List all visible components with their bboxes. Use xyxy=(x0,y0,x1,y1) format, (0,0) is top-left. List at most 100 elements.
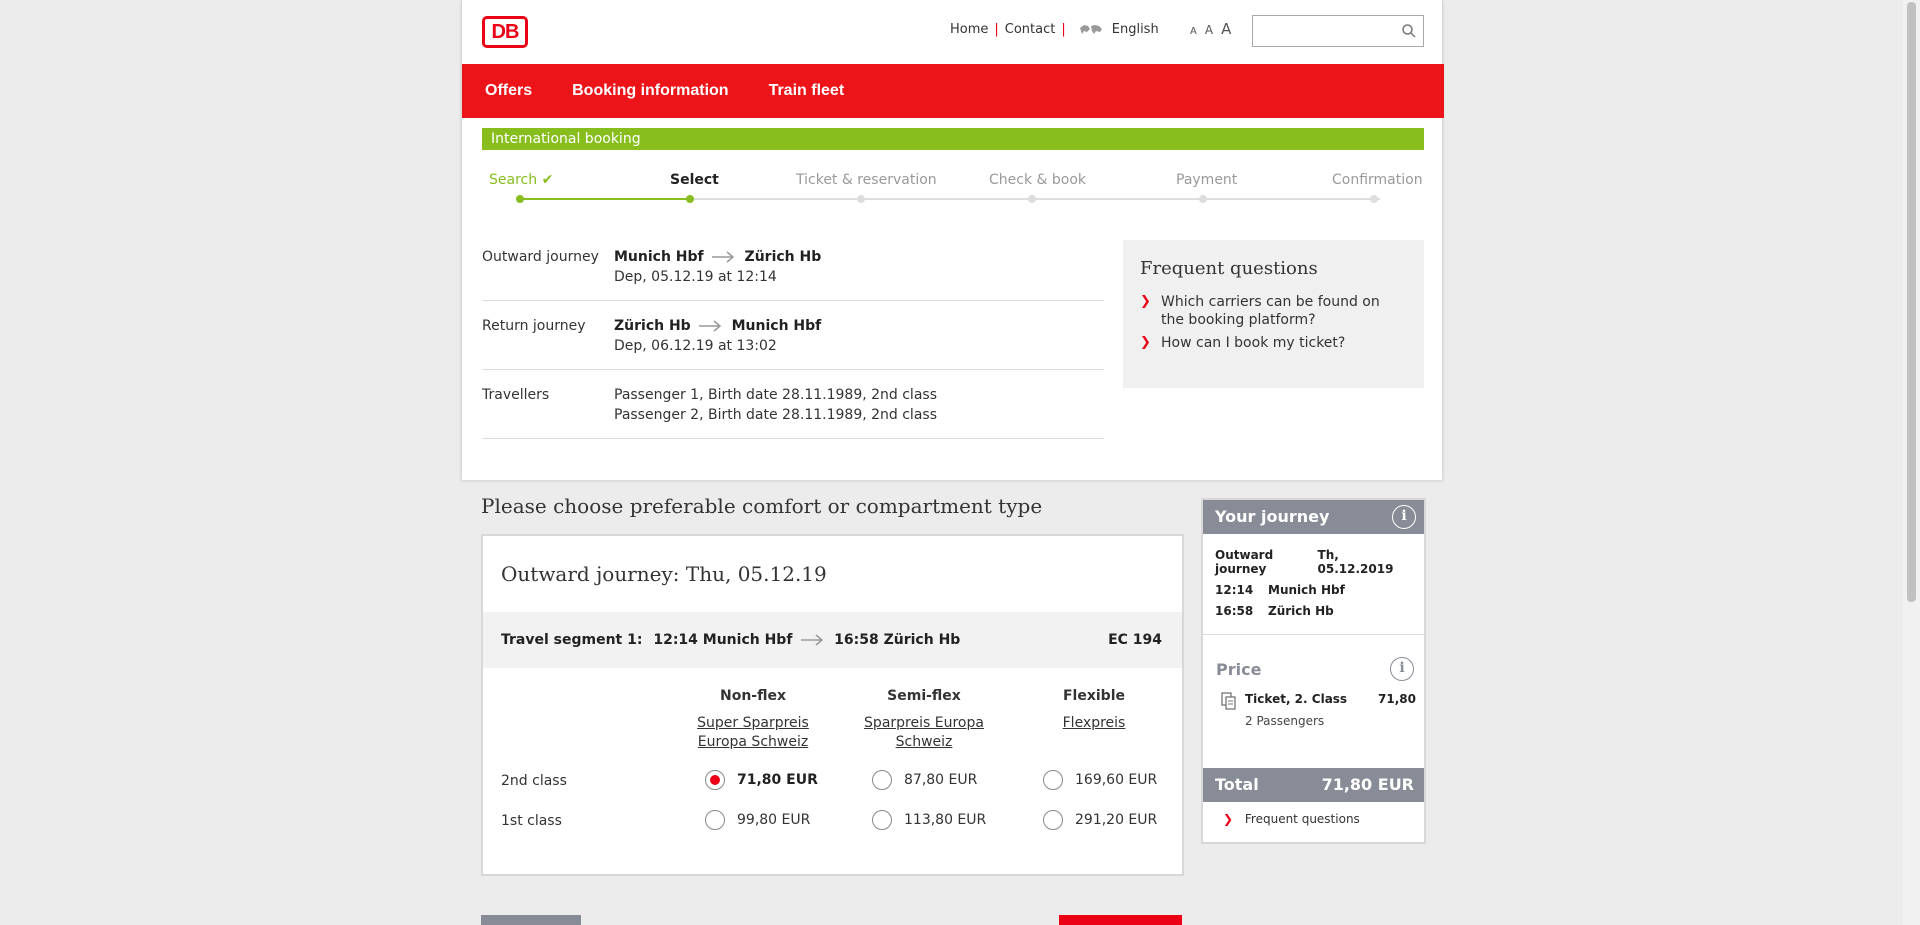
travellers-label: Travellers xyxy=(482,387,550,403)
fare-option-2nd-nonflex[interactable]: 71,80 EUR xyxy=(705,770,818,790)
step-select: Select xyxy=(670,172,719,188)
outward-label: Outward journey xyxy=(1215,548,1274,576)
outward-info: Outward journey Th, 05.12.2019 xyxy=(1215,548,1412,576)
card-faq-link[interactable]: ❯ Frequent questions xyxy=(1223,812,1360,826)
tariff-line: Schweiz xyxy=(895,734,953,750)
tariff-line: Sparpreis Europa xyxy=(864,715,984,731)
row-1st-class: 1st class xyxy=(501,813,562,829)
radio[interactable] xyxy=(872,770,892,790)
return-departure: Dep, 06.12.19 at 13:02 xyxy=(614,338,777,354)
chevron-right-icon: ❯ xyxy=(1140,294,1151,309)
progress-steps: Search ✔ Select Ticket & reservation Che… xyxy=(482,160,1424,210)
travel-segment-bar: Travel segment 1: 12:14 Munich Hbf 16:58… xyxy=(483,612,1182,668)
step-dot xyxy=(857,195,865,203)
journey-summary: Outward journey Munich Hbf Zürich Hb Dep… xyxy=(482,232,1104,439)
nav-offers[interactable]: Offers xyxy=(485,82,532,100)
info-icon[interactable]: i xyxy=(1392,505,1416,529)
fare-price: 99,80 EUR xyxy=(737,812,811,828)
separator: | xyxy=(994,22,999,37)
nav-train-fleet[interactable]: Train fleet xyxy=(769,82,845,100)
your-journey-card: Your journey i Outward journey Th, 05.12… xyxy=(1201,498,1426,844)
segment-departure: 12:14 Munich Hbf xyxy=(653,632,793,648)
faq-question[interactable]: How can I book my ticket? xyxy=(1161,334,1345,352)
row-2nd-class: 2nd class xyxy=(501,773,567,789)
arr-station: Zürich Hb xyxy=(1268,604,1334,618)
return-to: Munich Hbf xyxy=(731,318,822,334)
chevron-right-icon: ❯ xyxy=(1140,335,1151,350)
return-from: Zürich Hb xyxy=(614,318,691,334)
header-panel: DB Home | Contact | English A A A Offers xyxy=(461,0,1444,480)
passenger-1: Passenger 1, Birth date 28.11.1989, 2nd … xyxy=(614,387,937,403)
radio[interactable] xyxy=(1043,810,1063,830)
fare-price: 113,80 EUR xyxy=(904,812,987,828)
step-dot xyxy=(516,195,524,203)
scrollbar-thumb[interactable] xyxy=(1907,2,1916,602)
db-logo[interactable]: DB xyxy=(482,16,528,48)
return-label: Return journey xyxy=(482,318,586,334)
faq-link-text: Frequent questions xyxy=(1244,812,1360,826)
fare-option-2nd-semiflex[interactable]: 87,80 EUR xyxy=(872,770,977,790)
fare-option-1st-flexible[interactable]: 291,20 EUR xyxy=(1043,810,1157,830)
contact-link[interactable]: Contact xyxy=(1005,22,1056,37)
top-links: Home | Contact | English xyxy=(950,22,1159,37)
faq-item[interactable]: ❯ How can I book my ticket? xyxy=(1140,334,1407,352)
fare-option-1st-semiflex[interactable]: 113,80 EUR xyxy=(872,810,986,830)
return-row: Return journey Zürich Hb Munich Hbf Dep,… xyxy=(482,301,1104,370)
fare-option-2nd-flexible[interactable]: 169,60 EUR xyxy=(1043,770,1157,790)
font-large-button[interactable]: A xyxy=(1221,20,1231,38)
outward-journey-title: Outward journey: Thu, 05.12.19 xyxy=(501,562,827,586)
font-small-button[interactable]: A xyxy=(1190,26,1197,37)
radio[interactable] xyxy=(872,810,892,830)
step-check-book: Check & book xyxy=(989,172,1087,188)
tariff-link-semi-flex[interactable]: Sparpreis Europa Schweiz xyxy=(849,714,999,752)
outward-to: Zürich Hb xyxy=(744,249,822,265)
search-input[interactable] xyxy=(1253,16,1393,46)
back-button[interactable] xyxy=(481,915,581,925)
journey-details: Outward journey Th, 05.12.2019 12:14 Mun… xyxy=(1203,534,1424,618)
outward-row: Outward journey Munich Hbf Zürich Hb Dep… xyxy=(482,232,1104,301)
tariff-link-flexible[interactable]: Flexpreis xyxy=(1019,714,1169,733)
arrival-info: 16:58 Zürich Hb xyxy=(1215,604,1412,618)
tariff-link-non-flex[interactable]: Super Sparpreis Europa Schweiz xyxy=(678,714,828,752)
arrow-right-icon xyxy=(801,634,824,646)
total-value: 71,80 EUR xyxy=(1321,775,1414,794)
your-journey-title: Your journey xyxy=(1215,507,1330,526)
home-link[interactable]: Home xyxy=(950,22,988,37)
progress-track-completed xyxy=(520,198,690,200)
search-icon[interactable] xyxy=(1401,23,1417,39)
outward-date: Th, 05.12.2019 xyxy=(1317,548,1394,576)
chevron-right-icon: ❯ xyxy=(1223,812,1234,826)
step-confirmation: Confirmation xyxy=(1332,172,1423,188)
language-selector[interactable]: English xyxy=(1112,22,1159,37)
faq-item[interactable]: ❯ Which carriers can be found on the boo… xyxy=(1140,293,1407,329)
step-dot xyxy=(1199,195,1207,203)
column-non-flex: Non-flex xyxy=(719,688,786,704)
step-payment: Payment xyxy=(1176,172,1238,188)
arrow-right-icon xyxy=(712,251,735,263)
radio[interactable] xyxy=(1043,770,1063,790)
comfort-heading: Please choose preferable comfort or comp… xyxy=(481,494,1043,518)
vertical-scrollbar[interactable] xyxy=(1903,0,1920,925)
passenger-count: 2 Passengers xyxy=(1245,714,1325,728)
price-info-icon[interactable]: i xyxy=(1390,657,1414,681)
arrow-right-icon xyxy=(699,320,722,332)
fare-price: 291,20 EUR xyxy=(1075,812,1158,828)
ticket-price: 71,80 xyxy=(1378,692,1416,706)
fare-option-1st-nonflex[interactable]: 99,80 EUR xyxy=(705,810,810,830)
font-medium-button[interactable]: A xyxy=(1205,23,1213,37)
segment-arrival: 16:58 Zürich Hb xyxy=(834,632,961,648)
tariff-line: Europa Schweiz xyxy=(697,734,809,750)
page: DB Home | Contact | English A A A Offers xyxy=(461,0,1444,925)
continue-button[interactable] xyxy=(1059,915,1182,925)
fare-price: 169,60 EUR xyxy=(1075,772,1158,788)
ticket-label: Ticket, 2. Class xyxy=(1245,692,1348,706)
faq-question[interactable]: Which carriers can be found on the booki… xyxy=(1161,293,1407,329)
step-ticket-reservation: Ticket & reservation xyxy=(796,172,937,188)
segment-prefix: Travel segment 1: xyxy=(501,632,643,648)
nav-booking-information[interactable]: Booking information xyxy=(572,82,728,100)
tariff-line: Super Sparpreis xyxy=(697,715,809,731)
outward-departure: Dep, 05.12.19 at 12:14 xyxy=(614,269,777,285)
radio[interactable] xyxy=(705,810,725,830)
radio-selected[interactable] xyxy=(705,770,725,790)
step-search[interactable]: Search ✔ xyxy=(489,172,553,188)
